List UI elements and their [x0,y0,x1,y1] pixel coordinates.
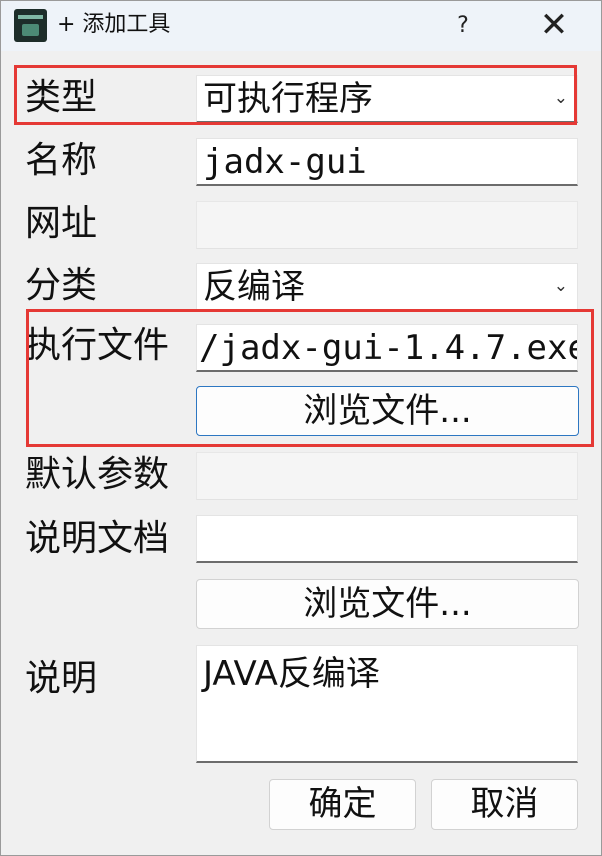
chevron-down-icon: ⌄ [553,276,568,296]
cancel-button[interactable]: 取消 [431,779,578,830]
help-button[interactable]: ? [441,4,485,48]
default-args-input[interactable] [196,452,578,500]
url-label: 网址 [25,203,98,244]
name-label: 名称 [25,140,98,181]
category-select[interactable]: 反编译 ⌄ [196,263,578,311]
type-select[interactable]: 可执行程序 ⌄ [196,75,578,123]
description-value: JAVA反编译 [203,654,380,694]
exec-file-value: /jadx-gui-1.4.7.exe [199,328,578,368]
exec-file-label: 执行文件 [25,325,170,366]
exec-file-input[interactable]: /jadx-gui-1.4.7.exe [196,324,578,372]
default-args-label: 默认参数 [25,454,170,495]
title-bar: + 添加工具 ? ✕ [1,1,601,51]
description-label: 说明 [25,658,98,699]
doc-label: 说明文档 [25,518,170,559]
browse-doc-button[interactable]: 浏览文件... [196,579,579,629]
description-textarea[interactable]: JAVA反编译 [196,645,578,763]
category-label: 分类 [25,265,98,306]
name-value: jadx-gui [203,142,367,182]
category-value: 反编译 [203,267,305,307]
type-label: 类型 [25,77,98,118]
chevron-down-icon: ⌄ [553,88,568,108]
add-tool-dialog: + 添加工具 ? ✕ 类型 可执行程序 ⌄ 名称 jadx-gui 网址 分类 … [0,0,602,856]
doc-input[interactable] [196,515,578,563]
ok-button[interactable]: 确定 [269,779,416,830]
url-input[interactable] [196,201,578,249]
browse-exec-file-button[interactable]: 浏览文件... [196,386,579,436]
window-title: + 添加工具 [57,12,171,37]
type-value: 可执行程序 [203,79,373,119]
name-input[interactable]: jadx-gui [196,138,578,186]
close-button[interactable]: ✕ [532,4,576,48]
app-logo-icon [14,9,47,42]
